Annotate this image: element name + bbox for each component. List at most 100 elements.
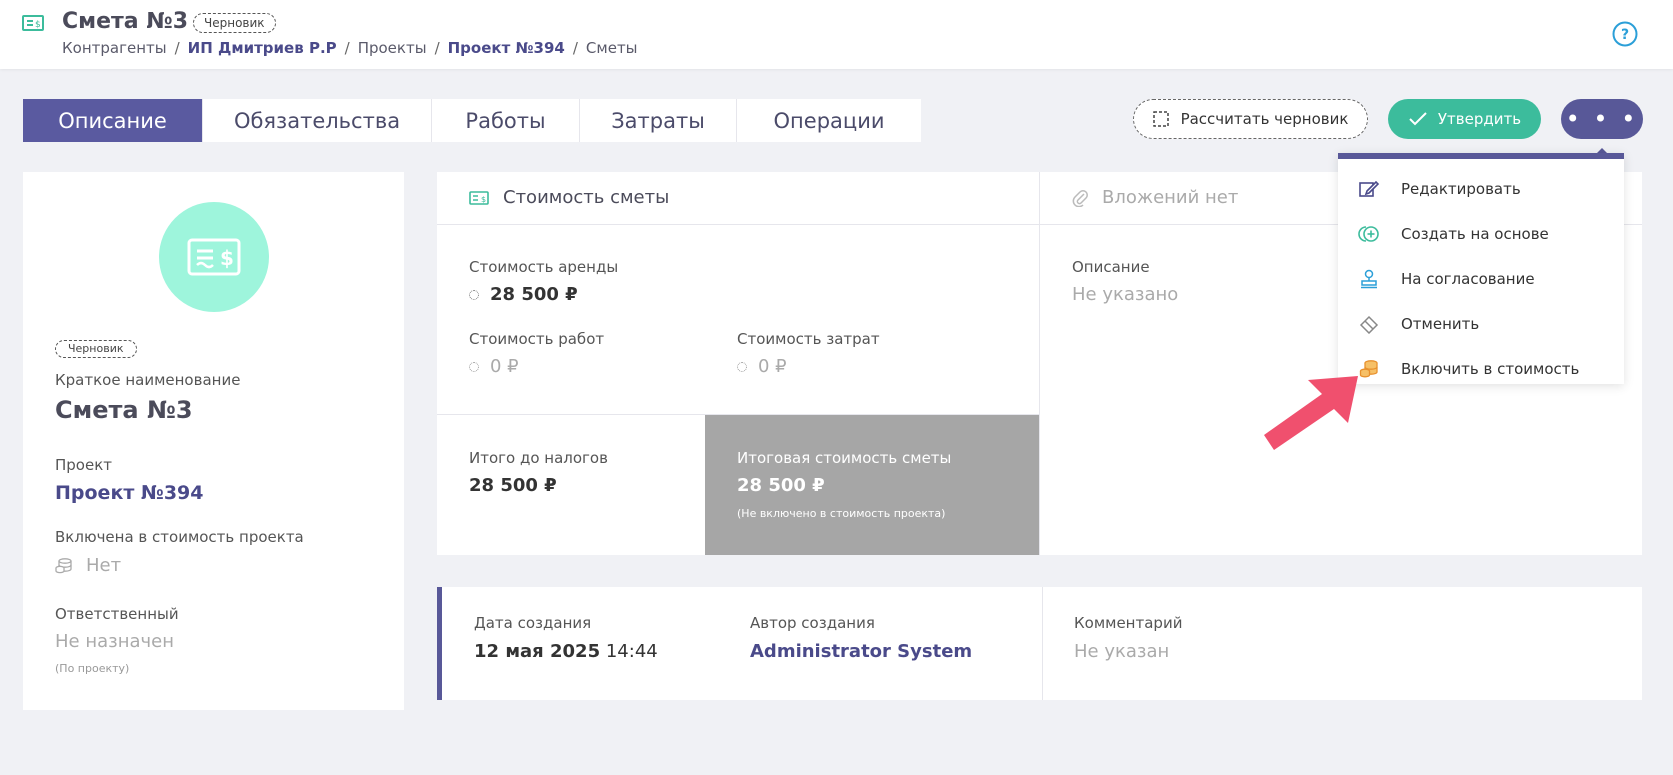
breadcrumb-projects[interactable]: Проекты [358,39,427,57]
edit-icon [1359,180,1380,197]
divider [1042,587,1043,700]
create-based-icon [1358,226,1379,242]
status-badge: Черновик [193,13,276,33]
cost-header: $ Стоимость сметы [469,187,669,208]
included-label: Включена в стоимость проекта [55,528,304,546]
tab-works[interactable]: Работы [432,99,580,142]
menu-item-create-based[interactable]: Создать на основе [1338,214,1624,254]
works-cost-row: 0 ₽ [469,356,519,377]
menu-item-cancel[interactable]: Отменить [1338,304,1624,344]
rent-cost-label: Стоимость аренды [469,258,619,276]
breadcrumb-estimates[interactable]: Сметы [586,39,638,57]
breadcrumb-contractor[interactable]: ИП Дмитриев Р.Р [188,39,337,57]
tab-operations[interactable]: Операции [737,99,921,142]
money-bill-icon: $ [187,238,241,276]
svg-text:$: $ [220,246,234,270]
created-date-value: 12 мая 2025 [474,641,601,662]
tab-description[interactable]: Описание [23,99,203,142]
created-time-value: 14:44 [605,641,658,662]
approve-label: Утвердить [1437,110,1522,128]
description-value: Не указано [1072,284,1179,305]
breadcrumb-separator: / [344,39,350,57]
included-value: Нет [86,555,122,576]
menu-item-edit[interactable]: Редактировать [1338,169,1624,209]
summary-card: $ Черновик Краткое наименование Смета №3… [23,172,404,710]
top-bar: $ Смета №3 Черновик Контрагенты / ИП Дми… [0,0,1673,69]
approve-button[interactable]: Утвердить [1388,99,1541,139]
cost-header-label: Стоимость сметы [503,187,670,208]
menu-item-label: На согласование [1401,270,1535,288]
pretax-label: Итого до налогов [469,449,608,467]
menu-item-include-cost[interactable]: Включить в стоимость [1338,349,1624,389]
attachments-header: Вложений нет [1072,187,1238,208]
tab-expenses[interactable]: Затраты [580,99,737,142]
project-link[interactable]: Проект №394 [55,482,203,504]
menu-item-label: Включить в стоимость [1401,360,1580,378]
created-date-row: 12 мая 2025 14:44 [474,641,658,662]
short-name-label: Краткое наименование [55,371,241,389]
meta-card: Дата создания 12 мая 2025 14:44 Автор со… [437,587,1642,700]
expenses-cost-label: Стоимость затрат [737,330,880,348]
dotted-circle-icon [737,361,747,372]
calculate-draft-button[interactable]: Рассчитать черновик [1133,99,1368,139]
breadcrumb-contractors[interactable]: Контрагенты [62,39,167,57]
breadcrumb-separator: / [174,39,180,57]
menu-item-label: Редактировать [1401,180,1521,198]
total-cost-label: Итоговая стоимость сметы [737,449,952,467]
more-actions-button[interactable]: • • • [1561,99,1643,139]
author-label: Автор создания [750,614,875,632]
page-title: Смета №3 [62,9,189,34]
works-cost-label: Стоимость работ [469,330,605,348]
responsible-value: Не назначен [55,631,174,652]
dotted-circle-icon [469,361,479,372]
breadcrumb-separator: / [434,39,440,57]
attachments-header-label: Вложений нет [1102,187,1239,208]
works-cost-value: 0 ₽ [490,356,519,377]
svg-text:?: ? [1621,27,1629,43]
breadcrumb-project[interactable]: Проект №394 [448,39,565,57]
pretax-value: 28 500 ₽ [469,475,557,496]
paperclip-icon [1072,189,1088,207]
calculate-draft-label: Рассчитать черновик [1180,110,1349,128]
rent-cost-value: 28 500 ₽ [490,284,578,305]
comment-label: Комментарий [1074,614,1183,632]
tab-bar: Описание Обязательства Работы Затраты Оп… [23,99,921,142]
stamp-icon [1361,269,1377,289]
comment-value: Не указан [1074,641,1170,662]
responsible-label: Ответственный [55,605,179,623]
total-cost-block: Итоговая стоимость сметы 28 500 ₽ (Не вк… [705,415,1039,555]
pointer-arrow-icon [1264,376,1358,450]
menu-item-approval[interactable]: На согласование [1338,259,1624,299]
eraser-icon [1359,315,1379,334]
breadcrumb-separator: / [572,39,578,57]
estimate-avatar: $ [159,202,269,312]
summary-status-badge: Черновик [55,340,137,358]
money-bill-icon: $ [469,190,489,205]
svg-text:$: $ [35,20,41,30]
estimate-icon: $ [22,15,44,31]
created-date-label: Дата создания [474,614,592,632]
rent-cost-row: 28 500 ₽ [469,284,578,305]
menu-item-label: Отменить [1401,315,1480,333]
coins-icon [55,558,72,574]
responsible-note: (По проекту) [55,662,130,675]
short-name-value: Смета №3 [55,396,193,424]
dotted-circle-icon [469,289,479,300]
project-label: Проект [55,456,113,474]
divider [1039,172,1040,555]
breadcrumb: Контрагенты / ИП Дмитриев Р.Р / Проекты … [62,39,638,57]
author-link[interactable]: Administrator System [750,641,972,662]
expenses-cost-value: 0 ₽ [758,356,787,377]
check-icon [1409,112,1427,126]
total-cost-note: (Не включено в стоимость проекта) [737,507,946,520]
svg-text:$: $ [481,195,486,204]
expenses-cost-row: 0 ₽ [737,356,787,377]
description-label: Описание [1072,258,1150,276]
tab-obligations[interactable]: Обязательства [203,99,432,142]
total-cost-value: 28 500 ₽ [737,475,825,496]
menu-item-label: Создать на основе [1401,225,1549,243]
coins-icon [1359,360,1378,378]
more-actions-menu: Редактировать Создать на основе На согла… [1338,153,1624,384]
dashed-square-icon [1152,111,1169,127]
question-circle-icon[interactable]: ? [1612,21,1638,47]
